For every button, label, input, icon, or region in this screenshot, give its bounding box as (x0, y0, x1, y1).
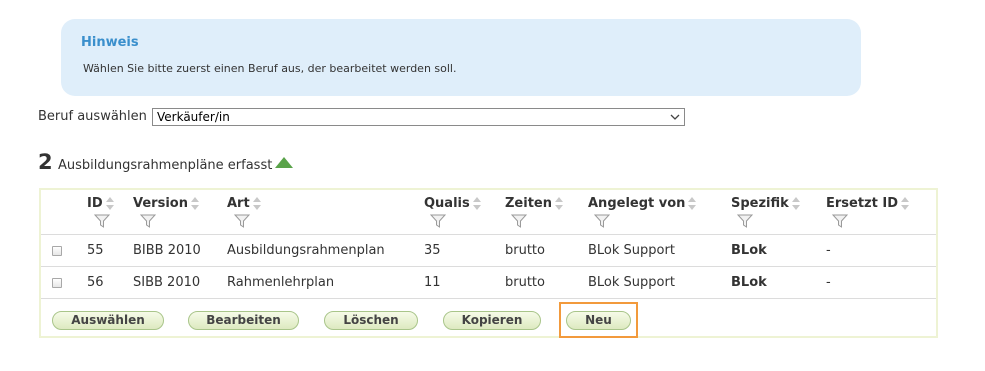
notice-title: Hinweis (81, 35, 139, 50)
column-header-spezifik[interactable]: Spezifik (731, 196, 801, 211)
funnel-icon[interactable] (511, 214, 527, 228)
column-header-angelegt-von[interactable]: Angelegt von (588, 196, 697, 211)
beruf-select[interactable]: Verkäufer/in (152, 108, 685, 126)
cell-zeiten: brutto (505, 243, 545, 258)
new-button-highlight (559, 302, 638, 338)
chevron-down-icon (670, 109, 680, 131)
sort-arrows-icon[interactable] (252, 197, 262, 211)
edit-button[interactable]: Bearbeiten (188, 311, 299, 330)
sort-arrows-icon[interactable] (472, 197, 482, 211)
cell-zeiten: brutto (505, 275, 545, 290)
row-divider (41, 234, 936, 235)
cell-qualis: 35 (424, 243, 441, 258)
cell-id: 55 (87, 243, 104, 258)
notice-box: Hinweis Wählen Sie bitte zuerst einen Be… (61, 19, 861, 96)
column-header-version[interactable]: Version (133, 196, 200, 211)
row-divider (41, 298, 936, 299)
funnel-icon[interactable] (234, 214, 250, 228)
notice-text: Wählen Sie bitte zuerst einen Beruf aus,… (83, 62, 457, 75)
sort-arrows-icon[interactable] (190, 197, 200, 211)
cell-art: Rahmenlehrplan (227, 275, 335, 290)
funnel-icon[interactable] (832, 214, 848, 228)
row-checkbox[interactable] (52, 278, 62, 288)
column-header-zeiten[interactable]: Zeiten (505, 196, 564, 211)
copy-button[interactable]: Kopieren (443, 311, 541, 330)
cell-art: Ausbildungsrahmenplan (227, 243, 385, 258)
row-checkbox[interactable] (52, 246, 62, 256)
funnel-icon[interactable] (140, 214, 156, 228)
cell-version: SIBB 2010 (133, 275, 201, 290)
select-button[interactable]: Auswählen (52, 311, 164, 330)
funnel-icon[interactable] (430, 214, 446, 228)
funnel-icon[interactable] (94, 214, 110, 228)
column-header-art[interactable]: Art (227, 196, 262, 211)
funnel-icon[interactable] (594, 214, 610, 228)
cell-spezifik: BLok (731, 243, 767, 258)
beruf-label: Beruf auswählen (38, 109, 147, 124)
sort-arrows-icon[interactable] (791, 197, 801, 211)
cell-spezifik: BLok (731, 275, 767, 290)
cell-ersetzt-id: - (826, 275, 831, 290)
sort-arrows-icon[interactable] (900, 197, 910, 211)
delete-button[interactable]: Löschen (324, 311, 418, 330)
sort-arrows-icon[interactable] (554, 197, 564, 211)
sort-arrows-icon[interactable] (687, 197, 697, 211)
cell-angelegt-von: BLok Support (588, 243, 675, 258)
column-header-id[interactable]: ID (87, 196, 115, 211)
sort-arrows-icon[interactable] (105, 197, 115, 211)
plan-count: 2 (38, 150, 53, 174)
triangle-up-icon[interactable] (275, 157, 293, 168)
cell-qualis: 11 (424, 275, 441, 290)
row-divider (41, 266, 936, 267)
column-header-qualis[interactable]: Qualis (424, 196, 482, 211)
cell-id: 56 (87, 275, 104, 290)
beruf-select-value: Verkäufer/in (157, 110, 230, 124)
cell-ersetzt-id: - (826, 243, 831, 258)
plan-count-label: Ausbildungsrahmenpläne erfasst (58, 158, 273, 173)
cell-version: BIBB 2010 (133, 243, 201, 258)
column-header-ersetzt-id[interactable]: Ersetzt ID (826, 196, 910, 211)
cell-angelegt-von: BLok Support (588, 275, 675, 290)
funnel-icon[interactable] (737, 214, 753, 228)
